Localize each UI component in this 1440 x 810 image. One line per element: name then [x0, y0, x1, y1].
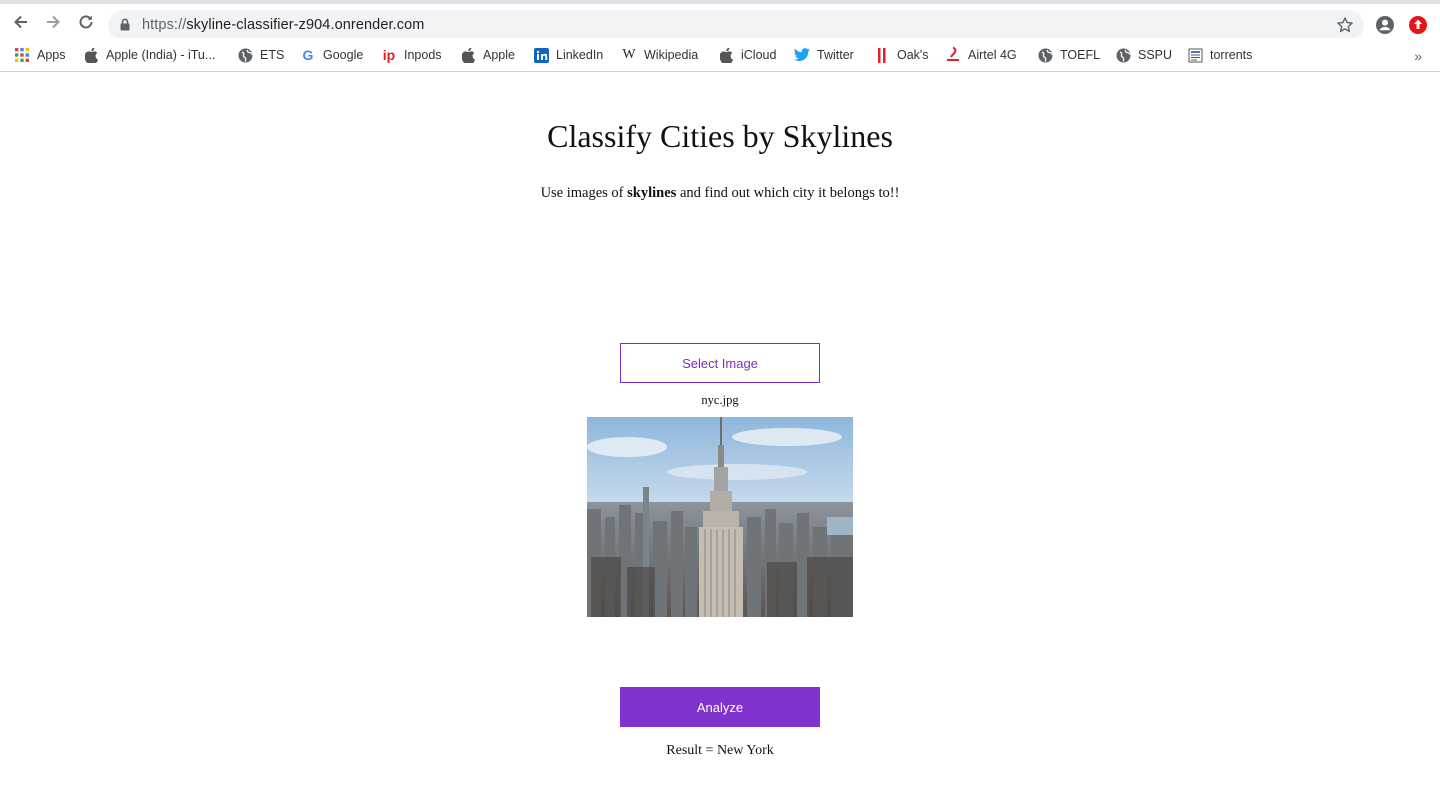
oaks-icon [874, 47, 890, 63]
skyline-photo [587, 417, 853, 617]
bookmark-label: Airtel 4G [968, 48, 1017, 62]
bookmark-label: LinkedIn [556, 48, 604, 62]
wikipedia-icon: W [622, 47, 636, 62]
globe-icon [237, 47, 253, 63]
bookmark-label: TOEFL [1060, 48, 1101, 62]
bookmark-label: Inpods [404, 48, 442, 62]
bookmark-apple[interactable]: Apple [460, 45, 515, 65]
image-preview [587, 417, 853, 617]
reload-button[interactable] [75, 11, 97, 33]
arrow-left-icon [14, 15, 27, 29]
apple-icon [460, 47, 476, 63]
url-protocol: https:// [142, 17, 187, 33]
bookmark-label: SSPU [1138, 48, 1173, 62]
subtitle-emphasis: skylines [627, 185, 677, 201]
forward-button[interactable] [42, 11, 64, 33]
bookmark-label: Apps [37, 48, 66, 62]
more-bookmarks-button[interactable]: » [1414, 48, 1422, 64]
bookmarks-bar: Apps Apple (India) - iTu... ETS G Google… [0, 38, 1440, 72]
browser-toolbar: https://skyline-classifier-z904.onrender… [0, 4, 1440, 40]
apple-icon [83, 47, 99, 63]
bookmark-star-icon[interactable] [1336, 16, 1354, 34]
bookmark-label: torrents [1210, 48, 1253, 62]
bookmark-apps[interactable]: Apps [14, 45, 66, 65]
globe-icon [1115, 47, 1131, 63]
bookmark-apple-india[interactable]: Apple (India) - iTu... [83, 45, 215, 65]
document-icon [1187, 47, 1203, 63]
bookmark-wikipedia[interactable]: W Wikipedia [621, 45, 698, 65]
google-icon: G [302, 47, 314, 63]
bookmark-airtel[interactable]: Airtel 4G [945, 45, 1017, 65]
airtel-icon [945, 47, 961, 63]
bookmark-label: Google [323, 48, 364, 62]
bookmark-toefl[interactable]: TOEFL [1037, 45, 1100, 65]
url-text: https://skyline-classifier-z904.onrender… [142, 17, 424, 33]
inpods-icon: ip [382, 47, 396, 63]
url-host: skyline-classifier-z904.onrender.com [186, 17, 425, 33]
bookmark-label: iCloud [741, 48, 777, 62]
selected-filename: nyc.jpg [701, 393, 739, 407]
apps-grid-icon [14, 47, 30, 63]
bookmark-label: Wikipedia [644, 48, 699, 62]
back-button[interactable] [10, 11, 32, 33]
apple-icon [718, 47, 734, 63]
bookmark-label: Twitter [817, 48, 854, 62]
bookmark-label: Oak's [897, 48, 929, 62]
bookmark-sspu[interactable]: SSPU [1115, 45, 1172, 65]
twitter-icon [794, 47, 810, 63]
select-image-button[interactable]: Select Image [620, 343, 820, 383]
bookmark-label: ETS [260, 48, 285, 62]
result-text: Result = New York [666, 743, 774, 758]
bookmark-torrents[interactable]: torrents [1187, 45, 1252, 65]
globe-icon [1037, 47, 1053, 63]
bookmark-oaks[interactable]: Oak's [874, 45, 929, 65]
page-subtitle: Use images of skylines and find out whic… [0, 185, 1440, 202]
subtitle-text: Use images of [540, 185, 628, 201]
subtitle-text-end: and find out which city it belongs to!! [676, 185, 900, 201]
profile-avatar-icon[interactable] [1375, 15, 1395, 35]
arrow-right-icon [47, 15, 60, 29]
bookmark-linkedin[interactable]: LinkedIn [533, 45, 603, 65]
address-bar[interactable]: https://skyline-classifier-z904.onrender… [108, 10, 1364, 40]
bookmark-inpods[interactable]: ip Inpods [381, 45, 442, 65]
bookmark-twitter[interactable]: Twitter [794, 45, 854, 65]
bookmark-google[interactable]: G Google [300, 45, 364, 65]
linkedin-icon [533, 47, 549, 63]
lock-icon [120, 18, 130, 31]
page-title: Classify Cities by Skylines [547, 118, 893, 154]
bookmark-label: Apple (India) - iTu... [106, 48, 216, 62]
reload-icon [79, 15, 93, 29]
analyze-button[interactable]: Analyze [620, 687, 820, 727]
bookmark-ets[interactable]: ETS [237, 45, 284, 65]
bookmark-label: Apple [483, 48, 515, 62]
bookmark-icloud[interactable]: iCloud [718, 45, 776, 65]
extension-upload-icon[interactable] [1408, 15, 1428, 35]
